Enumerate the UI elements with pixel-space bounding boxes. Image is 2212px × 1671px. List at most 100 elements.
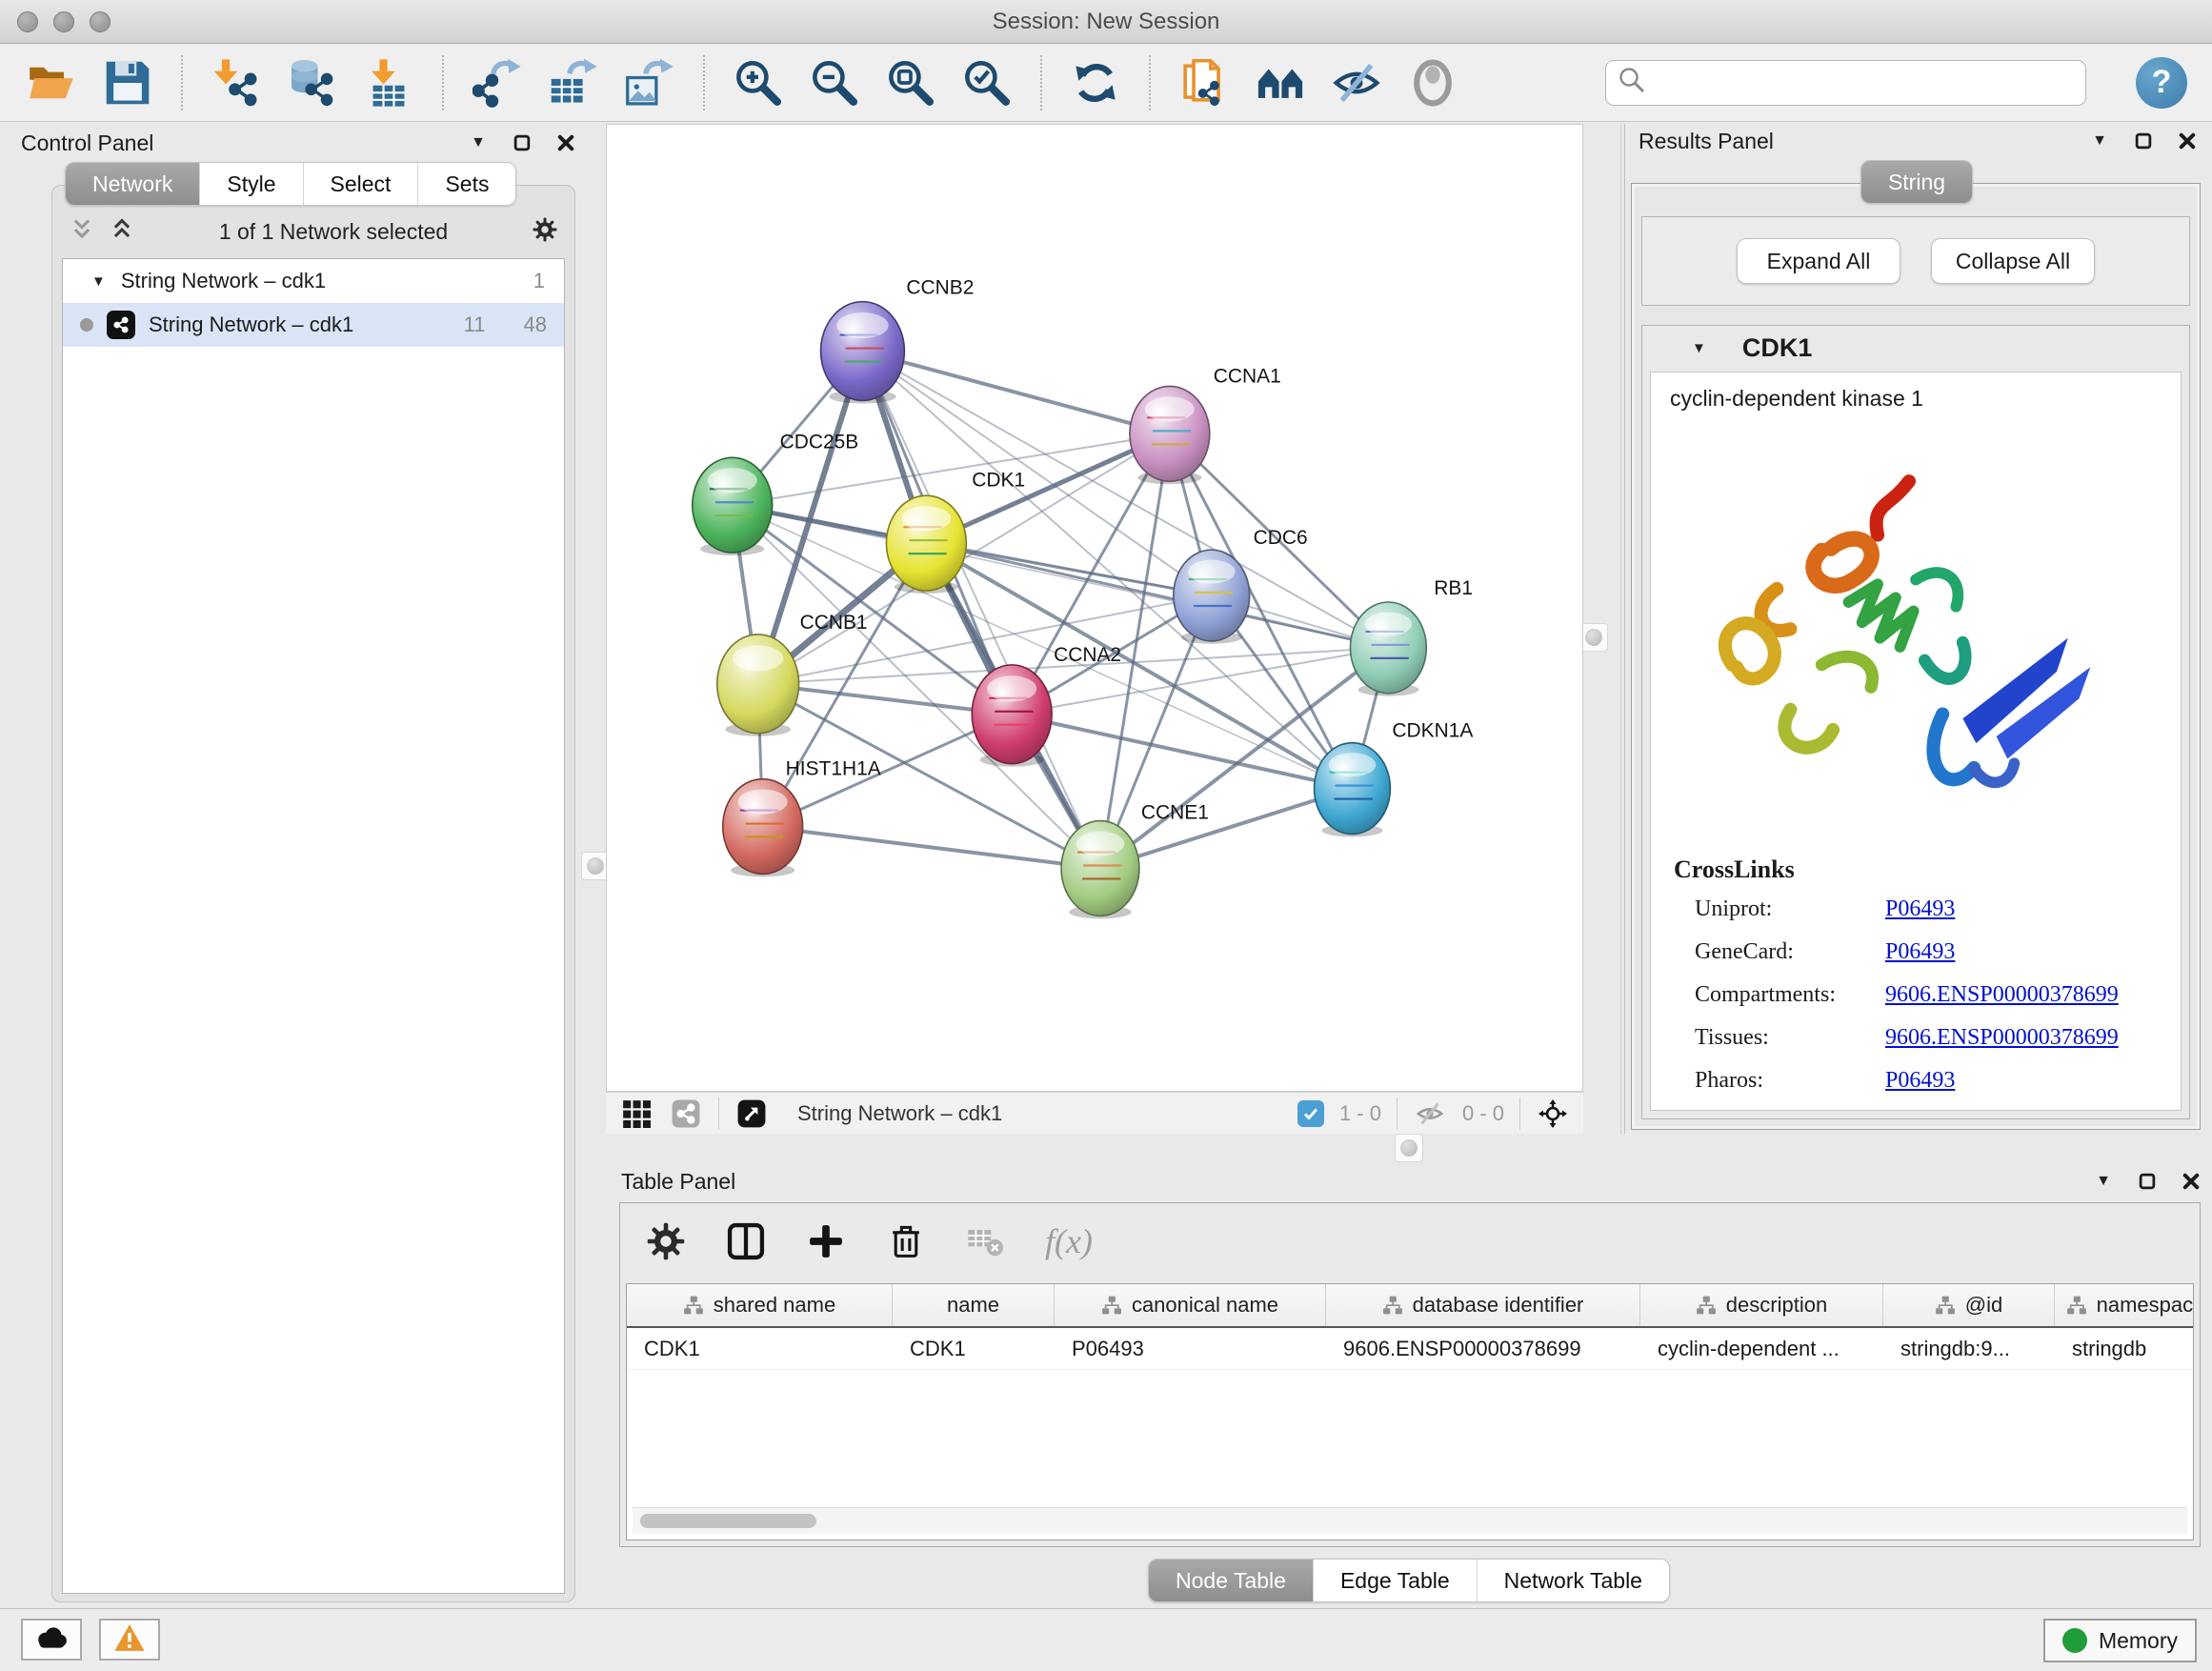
network-edge[interactable] xyxy=(862,352,1100,869)
add-column-icon[interactable] xyxy=(805,1220,847,1262)
crosslink-link[interactable]: P06493 xyxy=(1885,896,1955,922)
export-table-button[interactable] xyxy=(547,54,600,111)
gene-section: ▼ CDK1 cyclin-dependent kinase 1 xyxy=(1641,325,2190,1119)
network-node-RB1[interactable]: RB1 xyxy=(1350,577,1473,696)
hide-selected-button[interactable] xyxy=(1330,54,1383,111)
expand-all-button[interactable]: Expand All xyxy=(1737,238,1900,284)
table-row[interactable]: CDK1CDK1P064939606.ENSP00000378699cyclin… xyxy=(627,1328,2193,1370)
network-node-HIST1H1A[interactable]: HIST1H1A xyxy=(723,758,881,877)
close-panel-icon[interactable] xyxy=(554,131,577,154)
column-header-@id[interactable]: @id xyxy=(1883,1284,2055,1326)
toolbar-separator xyxy=(1040,55,1042,111)
tab-node-table[interactable]: Node Table xyxy=(1149,1560,1313,1601)
collapse-all-button[interactable]: Collapse All xyxy=(1931,238,2095,284)
network-node-CDKN1A[interactable]: CDKN1A xyxy=(1315,720,1474,837)
tab-string[interactable]: String xyxy=(1861,161,1972,203)
tab-style[interactable]: Style xyxy=(199,163,302,205)
column-header-description[interactable]: description xyxy=(1640,1284,1883,1326)
save-session-button[interactable] xyxy=(101,54,154,111)
collapse-all-networks-icon[interactable] xyxy=(70,217,94,247)
help-button[interactable]: ? xyxy=(2136,57,2187,109)
import-network-file-button[interactable] xyxy=(210,54,263,111)
gene-disclosure-icon[interactable]: ▼ xyxy=(1692,340,1706,356)
float-panel-icon[interactable] xyxy=(2136,1170,2159,1193)
network-edge[interactable] xyxy=(926,543,1388,648)
splitter-handle[interactable] xyxy=(1395,1134,1423,1162)
zoom-selected-button[interactable] xyxy=(960,54,1014,111)
string-network-graph[interactable]: CCNB2 CCNA1 CDC25B CDK1 CDC6 RB1 CCNB1 xyxy=(607,125,1582,1091)
tab-network[interactable]: Network xyxy=(66,163,199,205)
network-node-CCNA2[interactable]: CCNA2 xyxy=(972,644,1121,767)
import-table-file-button[interactable] xyxy=(362,54,415,111)
tab-network-table[interactable]: Network Table xyxy=(1477,1560,1669,1601)
zoom-fit-button[interactable] xyxy=(884,54,937,111)
network-edge[interactable] xyxy=(763,827,1100,869)
network-options-gear-icon[interactable] xyxy=(533,217,557,247)
search-box[interactable] xyxy=(1605,60,2086,106)
birdseye-view-toggle-icon[interactable] xyxy=(734,1097,769,1130)
network-nodes: CCNB2 CCNA1 CDC25B CDK1 CDC6 RB1 CCNB1 xyxy=(693,277,1474,919)
close-panel-icon[interactable] xyxy=(2176,130,2199,152)
selected-checkbox-icon[interactable] xyxy=(1297,1100,1324,1127)
column-header-canonical-name[interactable]: canonical name xyxy=(1055,1284,1326,1326)
delete-column-icon[interactable] xyxy=(885,1220,927,1262)
collapse-panel-icon[interactable]: ▼ xyxy=(2092,1170,2115,1193)
tab-sets[interactable]: Sets xyxy=(417,163,515,205)
open-session-button[interactable] xyxy=(25,54,78,111)
crosslink-link[interactable]: P06493 xyxy=(1885,1068,1955,1094)
horizontal-scrollbar-thumb[interactable] xyxy=(640,1514,816,1528)
crosslink-link[interactable]: 9606.ENSP00000378699 xyxy=(1885,1025,2119,1051)
tab-select[interactable]: Select xyxy=(303,163,418,205)
zoom-out-button[interactable] xyxy=(808,54,861,111)
network-node-CCNE1[interactable]: CCNE1 xyxy=(1061,802,1209,919)
center-view-crosshair-icon[interactable] xyxy=(1536,1097,1570,1130)
collection-disclosure-icon[interactable]: ▼ xyxy=(91,273,106,290)
network-canvas[interactable]: CCNB2 CCNA1 CDC25B CDK1 CDC6 RB1 CCNB1 xyxy=(606,124,1583,1092)
gene-card: cyclin-dependent kinase 1 Cross xyxy=(1650,372,2182,1111)
table-options-gear-icon[interactable] xyxy=(645,1220,687,1262)
export-network-button[interactable] xyxy=(471,54,524,111)
horizontal-scrollbar[interactable] xyxy=(633,1507,2187,1534)
apply-preferred-layout-button[interactable] xyxy=(1069,54,1122,111)
node-label-CCNB2: CCNB2 xyxy=(906,277,974,299)
control-panel-title: Control Panel xyxy=(6,131,153,156)
network-node-CCNB2[interactable]: CCNB2 xyxy=(821,277,975,404)
float-panel-icon[interactable] xyxy=(2132,130,2155,152)
splitter-handle[interactable] xyxy=(1579,623,1608,652)
network-view-icon[interactable] xyxy=(669,1097,703,1130)
crosslink-link[interactable]: P06493 xyxy=(1885,939,1955,965)
network-row-selected[interactable]: String Network – cdk1 11 48 xyxy=(63,303,564,347)
horizontal-splitter[interactable] xyxy=(606,1134,2212,1164)
export-image-button[interactable] xyxy=(623,54,676,111)
network-selection-status: 1 of 1 Network selected xyxy=(150,219,517,245)
show-columns-icon[interactable] xyxy=(725,1220,767,1262)
memory-button[interactable]: Memory xyxy=(2043,1619,2197,1662)
column-header-namespace[interactable]: namespace xyxy=(2055,1284,2194,1326)
first-neighbors-button[interactable] xyxy=(1254,54,1307,111)
left-splitter[interactable] xyxy=(587,126,606,1604)
network-collection-row[interactable]: ▼ String Network – cdk1 1 xyxy=(63,259,564,303)
cloud-button[interactable] xyxy=(21,1619,82,1661)
collapse-panel-icon[interactable]: ▼ xyxy=(467,131,490,154)
network-grid-view-icon[interactable] xyxy=(619,1097,654,1130)
column-header-shared-name[interactable]: shared name xyxy=(627,1284,893,1326)
network-node-CCNA1[interactable]: CCNA1 xyxy=(1130,365,1281,484)
search-input[interactable] xyxy=(1654,70,2074,95)
expand-all-networks-icon[interactable] xyxy=(110,217,134,247)
import-network-database-button[interactable] xyxy=(286,54,339,111)
hidden-counts: 0 - 0 xyxy=(1462,1101,1504,1126)
crosslink-link[interactable]: 9606.ENSP00000378699 xyxy=(1885,982,2119,1008)
tab-edge-table[interactable]: Edge Table xyxy=(1313,1560,1477,1601)
new-network-from-selection-button[interactable] xyxy=(1177,54,1231,111)
close-panel-icon[interactable] xyxy=(2180,1170,2202,1193)
zoom-in-button[interactable] xyxy=(732,54,785,111)
table-toolbar: f(x) xyxy=(620,1203,2200,1279)
network-node-CCNB1[interactable]: CCNB1 xyxy=(717,612,868,736)
collapse-panel-icon[interactable]: ▼ xyxy=(2088,130,2111,152)
float-panel-icon[interactable] xyxy=(511,131,533,154)
right-splitter[interactable] xyxy=(1583,124,1625,1134)
warnings-button[interactable] xyxy=(99,1619,160,1661)
column-header-name[interactable]: name xyxy=(893,1284,1055,1326)
column-header-database-identifier[interactable]: database identifier xyxy=(1326,1284,1640,1326)
network-edge[interactable] xyxy=(1012,715,1352,789)
